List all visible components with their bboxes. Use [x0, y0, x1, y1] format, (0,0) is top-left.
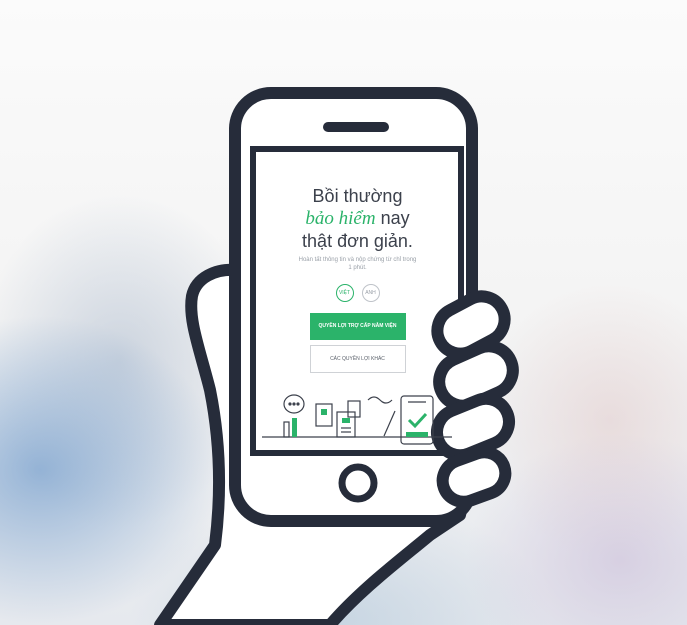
language-english-button[interactable]: ANH — [361, 284, 380, 302]
hero-subtitle: Hoàn tất thông tin và nộp chứng từ chỉ t… — [298, 257, 417, 271]
home-button-icon — [338, 463, 378, 503]
headline-rest: nay — [375, 208, 410, 228]
headline-line-3: thật đơn giản. — [302, 231, 413, 251]
headline-line-2: bảo hiểm nay — [259, 207, 456, 230]
other-benefits-button[interactable]: CÁC QUYỀN LỢI KHÁC — [309, 345, 406, 373]
headline-emphasis: bảo hiểm — [305, 208, 376, 229]
hero-headline: Bồi thường bảo hiểm nay thật đơn giản. — [259, 185, 456, 252]
speaker-icon — [323, 122, 389, 132]
language-switcher: VIỆT ANH — [259, 284, 456, 302]
app-screen: Bồi thường bảo hiểm nay thật đơn giản. H… — [259, 155, 456, 449]
hospital-allowance-button[interactable]: QUYỀN LỢI TRỢ CẤP NẰM VIỆN — [309, 313, 406, 340]
language-vietnamese-button[interactable]: VIỆT — [335, 284, 354, 302]
headline-line-1: Bồi thường — [312, 186, 403, 206]
